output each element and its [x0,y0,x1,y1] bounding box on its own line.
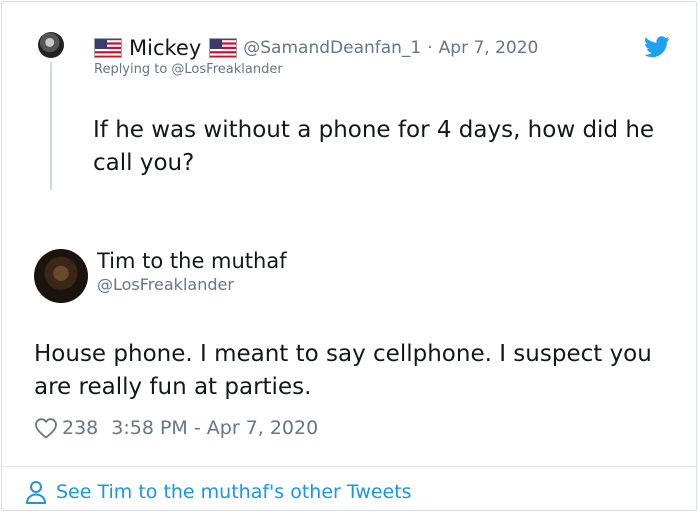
like-count[interactable]: 238 [62,417,98,439]
reply-author-avatar[interactable] [38,32,64,58]
main-handle[interactable]: @LosFreaklander [97,275,234,294]
reply-date[interactable]: Apr 7, 2020 [439,38,539,58]
main-tweet-text: House phone. I meant to say cellphone. I… [34,341,652,400]
reply-header: Mickey @SamandDeanfan_1 · Apr 7, 2020 [94,34,538,62]
header-separator: · [427,38,433,58]
main-display-name[interactable]: Tim to the muthaf [97,249,287,273]
twitter-bird-icon[interactable] [644,36,670,58]
reply-tweet-text: If he was without a phone for 4 days, ho… [93,117,655,176]
replying-to[interactable]: Replying to @LosFreaklander [94,62,283,77]
tweet-card: Mickey @SamandDeanfan_1 · Apr 7, 2020 Re… [1,1,697,511]
reply-display-name[interactable]: Mickey [129,36,201,60]
footer-divider [2,466,696,467]
person-icon [26,481,46,504]
see-other-tweets-link[interactable]: See Tim to the muthaf's other Tweets [24,478,412,506]
heart-icon[interactable] [34,417,58,439]
reply-handle[interactable]: @SamandDeanfan_1 [243,38,421,58]
thread-line [50,62,52,190]
main-author-avatar[interactable] [34,249,88,303]
see-other-tweets-label[interactable]: See Tim to the muthaf's other Tweets [56,481,412,503]
tweet-meta: 238 3:58 PM - Apr 7, 2020 [34,414,318,442]
us-flag-icon [94,38,122,58]
us-flag-icon [209,38,238,58]
tweet-timestamp[interactable]: 3:58 PM - Apr 7, 2020 [111,417,318,439]
